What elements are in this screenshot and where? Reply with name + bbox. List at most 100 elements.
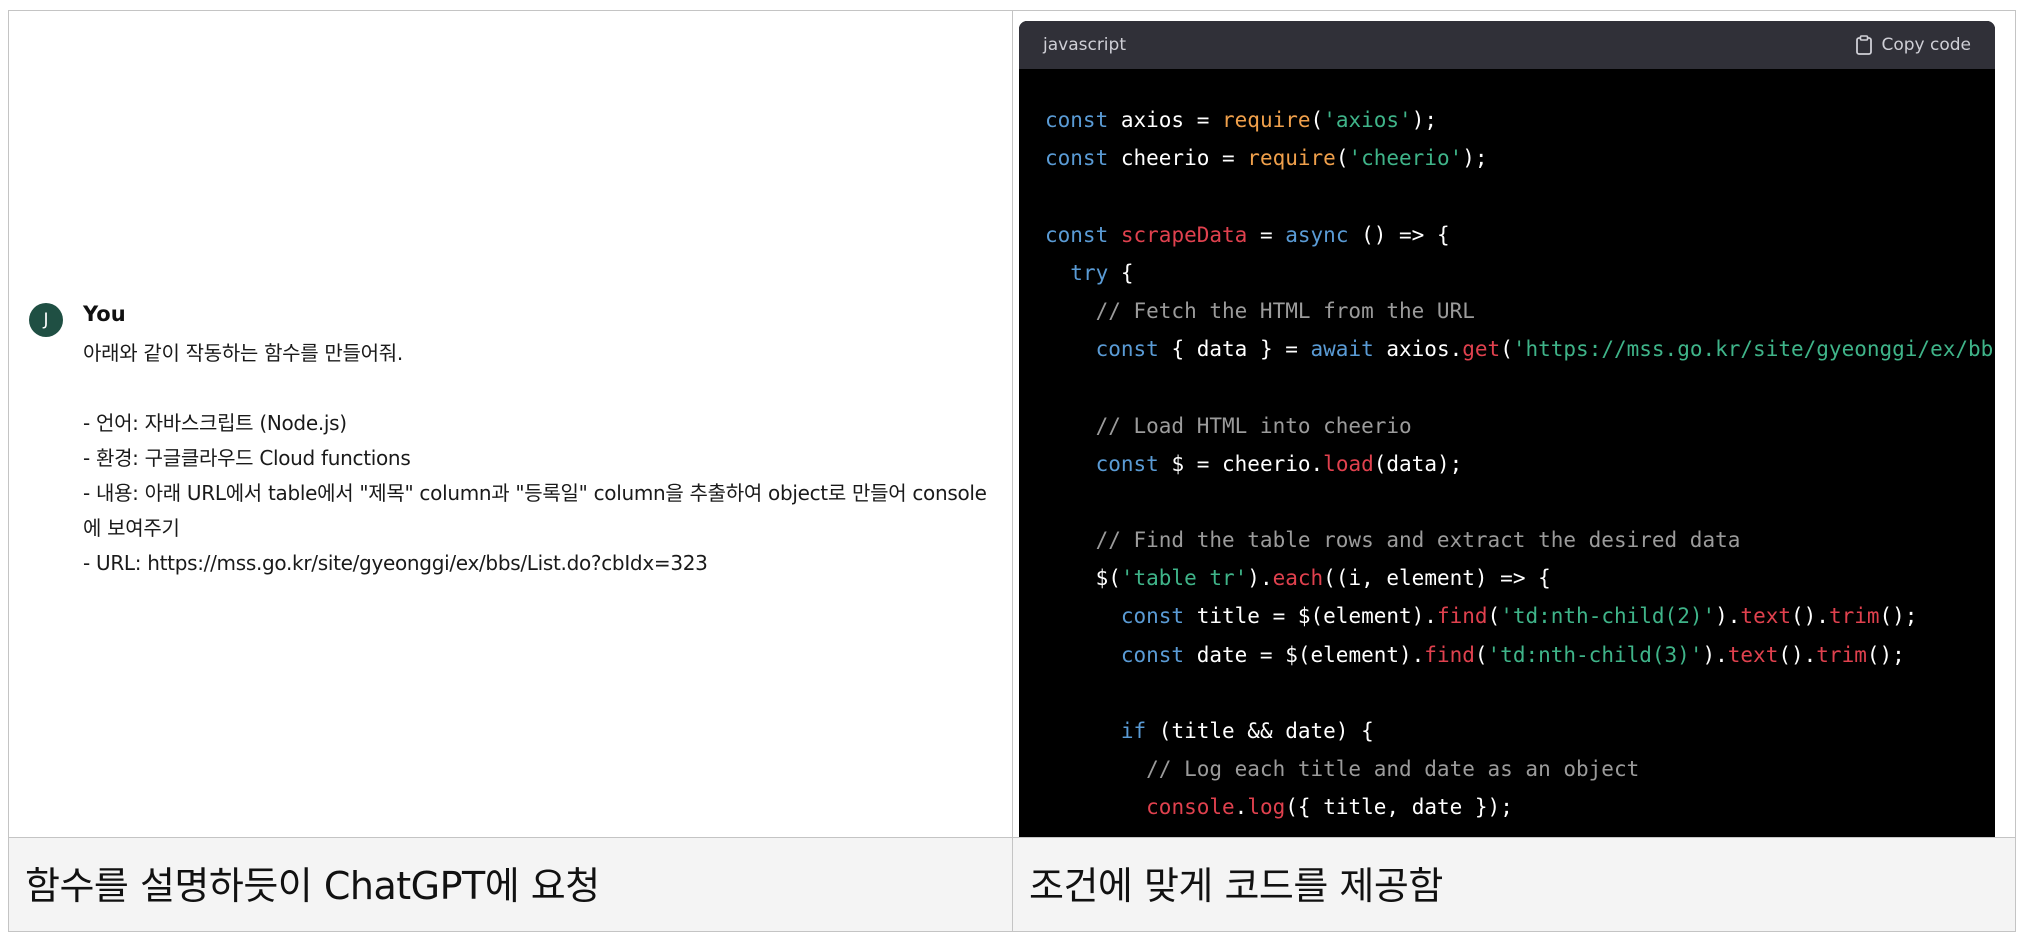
code-token: // Find the table rows and extract the d…	[1045, 528, 1741, 553]
code-token: $ = cheerio.	[1158, 451, 1324, 476]
code-token: async	[1285, 222, 1349, 247]
code-token: trim	[1816, 642, 1867, 667]
code-token: ).	[1702, 642, 1728, 667]
code-line: const cheerio = require('cheerio');	[1045, 139, 1995, 177]
message-line: - 언어: 자바스크립트 (Node.js)	[83, 411, 347, 435]
code-token: =	[1247, 222, 1286, 247]
caption-right: 조건에 맞게 코드를 제공함	[1029, 864, 1443, 908]
code-token: find	[1436, 604, 1488, 629]
user-avatar[interactable]: J	[29, 303, 63, 337]
code-token: const	[1045, 222, 1109, 247]
code-token: const	[1095, 451, 1159, 476]
code-token: cheerio =	[1108, 146, 1248, 171]
code-token: 'td:nth-child(3)'	[1487, 642, 1703, 667]
code-token: 'td:nth-child(2)'	[1500, 604, 1716, 629]
code-line: // Load HTML into cheerio	[1045, 407, 1995, 445]
code-token: const	[1045, 146, 1109, 171]
code-token: ();	[1866, 642, 1905, 667]
code-token: 'axios'	[1323, 108, 1412, 132]
code-token: const	[1120, 604, 1185, 629]
comparison-frame: J You 아래와 같이 작동하는 함수를 만들어줘. - 언어: 자바스크립트…	[8, 10, 2016, 932]
code-token: find	[1424, 642, 1475, 667]
code-line: const $ = cheerio.load(data);	[1045, 445, 1995, 483]
code-token: );	[1462, 146, 1488, 171]
code-token: try	[1070, 260, 1109, 285]
code-token: ().	[1791, 604, 1829, 629]
code-token: load	[1323, 451, 1374, 476]
code-token: scrapeData	[1120, 222, 1248, 247]
code-token: (	[1500, 337, 1513, 362]
code-token: date = $(element).	[1184, 642, 1425, 667]
copy-code-button[interactable]: Copy code	[1855, 35, 1971, 55]
code-token: () => {	[1348, 222, 1450, 247]
caption-left: 함수를 설명하듯이 ChatGPT에 요청	[25, 864, 600, 908]
code-token: (title && date) {	[1146, 719, 1374, 743]
code-token: (	[1335, 146, 1349, 171]
code-token: 'https://mss.go.kr/site/gyeonggi/ex/bbs/…	[1512, 337, 1995, 362]
code-token: .	[1234, 795, 1248, 820]
code-line: const axios = require('axios');	[1045, 101, 1995, 139]
code-token: log	[1247, 795, 1286, 820]
copy-code-label: Copy code	[1881, 35, 1971, 55]
code-token: ().	[1778, 642, 1817, 667]
clipboard-icon	[1856, 35, 1873, 55]
code-line: try {	[1045, 254, 1995, 292]
code-line: // Log each title and date as an object	[1045, 750, 1995, 788]
message-line	[83, 371, 1003, 406]
message-line: - 환경: 구글클라우드 Cloud functions	[83, 446, 411, 470]
code-token: ((i, element) => {	[1323, 566, 1551, 591]
message-body: 아래와 같이 작동하는 함수를 만들어줘. - 언어: 자바스크립트 (Node…	[83, 336, 1003, 581]
code-token: );	[1411, 108, 1437, 132]
code-token: axios =	[1108, 108, 1223, 132]
code-content[interactable]: const axios = require('axios'); const che…	[1045, 101, 1995, 827]
code-token: const	[1045, 108, 1109, 132]
code-line: if (title && date) {	[1045, 712, 1995, 750]
code-token: console	[1146, 795, 1235, 820]
message-author: You	[83, 302, 126, 326]
code-token: (data);	[1373, 451, 1463, 476]
code-token: if	[1120, 719, 1147, 743]
message-line: - URL: https://mss.go.kr/site/gyeonggi/e…	[83, 551, 708, 575]
code-token: ).	[1715, 604, 1741, 629]
message-line: - 내용: 아래 URL에서 table에서 "제목" column과 "등록일…	[83, 481, 987, 540]
code-line: const { data } = await axios.get('https:…	[1045, 330, 1995, 368]
code-line: console.log({ title, date });	[1045, 788, 1995, 826]
code-token: trim	[1828, 604, 1880, 629]
code-block: javascript Copy code const axios = requi…	[1019, 21, 1995, 837]
code-token: require	[1222, 108, 1311, 132]
code-language-label: javascript	[1043, 35, 1126, 55]
column-divider	[1012, 11, 1013, 931]
code-line: const scrapeData = async () => {	[1045, 216, 1995, 254]
code-token: text	[1727, 642, 1779, 667]
code-token: ({ title, date });	[1285, 795, 1513, 820]
code-token: $(	[1045, 566, 1121, 591]
code-token: require	[1247, 146, 1336, 171]
code-token: ();	[1879, 604, 1918, 629]
code-token: const	[1120, 642, 1185, 667]
code-token: each	[1272, 566, 1324, 591]
code-token: // Load HTML into cheerio	[1045, 413, 1412, 438]
code-token: // Log each title and date as an object	[1045, 757, 1640, 782]
code-token: await	[1310, 337, 1374, 362]
code-token: ).	[1247, 566, 1273, 591]
code-token: get	[1462, 337, 1501, 362]
code-token: 'cheerio'	[1348, 146, 1463, 171]
code-line: const date = $(element).find('td:nth-chi…	[1045, 636, 1995, 674]
code-line: // Find the table rows and extract the d…	[1045, 521, 1995, 559]
code-token: (	[1487, 604, 1501, 629]
code-token: title = $(element).	[1184, 604, 1437, 629]
code-token: const	[1095, 337, 1159, 362]
code-token: {	[1108, 260, 1134, 285]
code-header: javascript Copy code	[1019, 21, 1995, 69]
